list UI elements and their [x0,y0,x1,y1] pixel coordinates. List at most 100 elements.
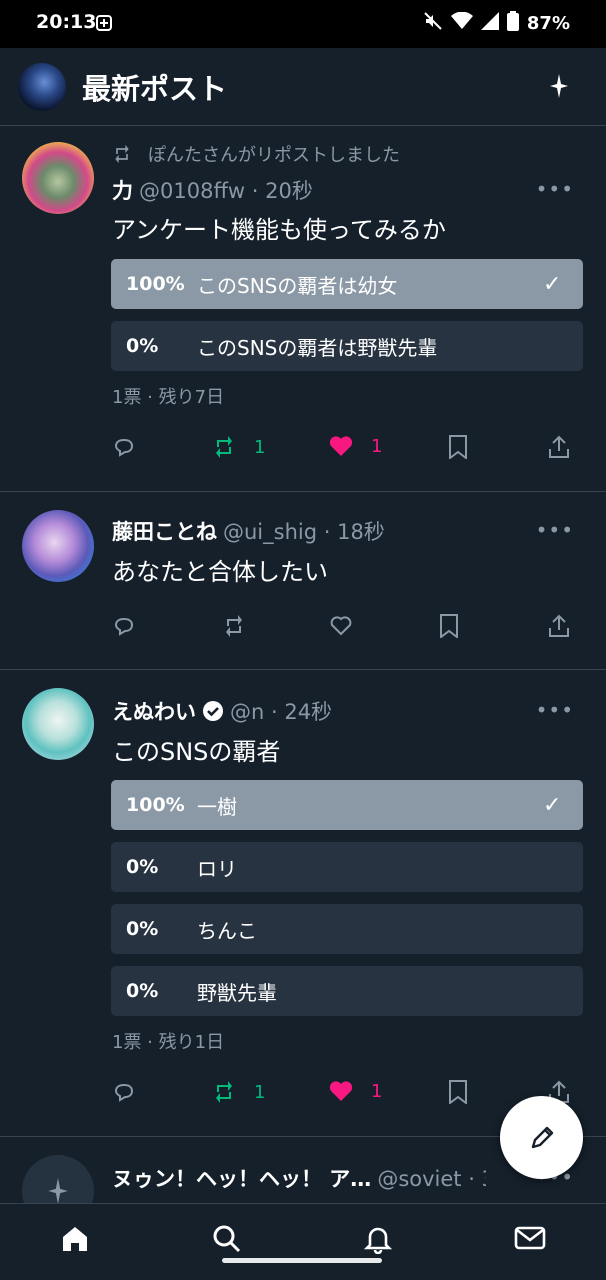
wifi-icon [450,11,473,35]
like-count: 1 [371,1080,383,1102]
like-button[interactable]: 1 [329,1080,382,1102]
more-options-icon[interactable]: ••• [536,177,574,201]
like-button[interactable]: 1 [329,435,382,457]
like-icon [329,436,353,456]
poll-option[interactable]: 0% ちんこ [111,904,583,954]
post-actions: 1 1 [112,435,572,465]
like-button[interactable] [329,614,353,636]
handle-time: @n · 24秒 [230,700,333,724]
display-name[interactable]: 藤田ことね [112,516,217,546]
bookmark-button[interactable] [439,614,459,638]
post-text: あなたと合体したい [112,558,328,586]
check-icon: ✓ [543,792,562,818]
reply-icon [114,1083,134,1102]
poll-label: このSNSの覇者は野獣先輩 [197,335,438,360]
post-item[interactable]: 藤田ことね @ui_shig · 18秒 ••• あなたと合体したい [0,492,606,670]
poll-option[interactable]: 0% このSNSの覇者は野獣先輩 [111,321,583,371]
avatar[interactable] [22,510,94,582]
cell-signal-icon [480,12,499,35]
compose-icon [531,1126,553,1148]
my-avatar[interactable] [18,63,66,111]
reply-icon [114,617,134,636]
reply-button[interactable] [112,435,136,459]
poll-percent: 100% [126,273,185,295]
page-title: 最新ポスト [82,72,228,106]
poll-label: ちんこ [197,918,257,943]
share-icon [549,435,569,458]
poll-meta: 1票 · 残り1日 [112,1032,225,1053]
poll-label: ロリ [197,856,237,881]
post-actions: 1 1 [112,1080,572,1110]
post-actions [112,614,572,644]
status-time: 20:13 [36,11,97,33]
poll-option[interactable]: 0% ロリ [111,842,583,892]
bell-icon [363,1227,393,1255]
bookmark-button[interactable] [448,1080,468,1104]
repost-button[interactable] [222,614,246,638]
top-bar: 最新ポスト [0,48,606,126]
poll-percent: 0% [126,335,159,357]
gesture-bar[interactable] [222,1258,382,1263]
reply-icon [114,438,134,457]
notification-icon [96,15,112,35]
handle-time: @soviet · 37秒 [377,1167,486,1191]
poll-option[interactable]: 100% 一樹 ✓ [111,780,583,830]
post-header: ヌゥン！ヘッ！ヘッ！ ア… @soviet · 37秒 [112,1163,486,1193]
battery-icon [506,11,519,36]
reply-button[interactable] [112,614,136,638]
poll-percent: 0% [126,918,159,940]
sparkle-icon [48,1178,68,1203]
bookmark-icon [449,435,467,459]
share-button[interactable] [548,435,570,459]
bottom-nav [0,1203,606,1280]
post-header: 力 @0108ffw · 20秒 [112,175,536,205]
bookmark-icon [449,1080,467,1104]
post-item[interactable]: ぽんたさんがリポストしました 力 @0108ffw · 20秒 ••• アンケー… [0,127,606,492]
more-options-icon[interactable]: ••• [536,518,574,542]
display-name[interactable]: 力 [112,175,133,205]
repost-note-text: ぽんたさんがリポストしました [148,145,400,166]
notifications-tab[interactable] [363,1224,393,1258]
poll-meta: 1票 · 残り7日 [112,387,225,408]
home-tab[interactable] [60,1224,90,1258]
avatar[interactable] [22,142,94,214]
poll-label: このSNSの覇者は幼女 [197,273,398,298]
share-button[interactable] [548,614,570,638]
poll-percent: 100% [126,794,185,816]
sparkle-icon[interactable] [550,74,568,102]
repost-count: 1 [254,436,266,458]
post-text: このSNSの覇者 [112,738,281,766]
repost-icon [216,1081,232,1103]
compose-button[interactable] [500,1096,583,1179]
bookmark-button[interactable] [448,435,468,459]
repost-icon [216,436,232,458]
messages-tab[interactable] [514,1224,546,1256]
status-bar: 20:13 87% [0,0,606,48]
post-item[interactable]: えぬわい @n · 24秒 ••• このSNSの覇者 100% 一樹 ✓ 0% … [0,670,606,1137]
display-name[interactable]: ヌゥン！ヘッ！ヘッ！ ア… [112,1163,371,1193]
post-header: えぬわい @n · 24秒 [112,696,536,726]
poll-percent: 0% [126,856,159,878]
like-icon [329,1081,353,1101]
mail-icon [514,1226,546,1250]
post-header: 藤田ことね @ui_shig · 18秒 [112,516,536,546]
poll-label: 野獣先輩 [197,980,277,1005]
display-name[interactable]: えぬわい [112,696,196,726]
search-tab[interactable] [212,1224,242,1258]
avatar[interactable] [22,688,94,760]
like-count: 1 [371,435,383,457]
poll-label: 一樹 [197,794,237,819]
more-options-icon[interactable]: ••• [536,698,574,722]
check-icon: ✓ [543,271,562,297]
poll-option[interactable]: 0% 野獣先輩 [111,966,583,1016]
battery-level: 87% [526,13,570,34]
share-icon [549,614,569,637]
avatar[interactable] [22,1155,94,1203]
bookmark-icon [440,614,458,638]
post-text: アンケート機能も使ってみるか [112,216,446,244]
repost-button[interactable]: 1 [212,1080,265,1104]
like-icon [330,616,352,636]
reply-button[interactable] [112,1080,136,1104]
poll-option[interactable]: 100% このSNSの覇者は幼女 ✓ [111,259,583,309]
repost-button[interactable]: 1 [212,435,265,459]
